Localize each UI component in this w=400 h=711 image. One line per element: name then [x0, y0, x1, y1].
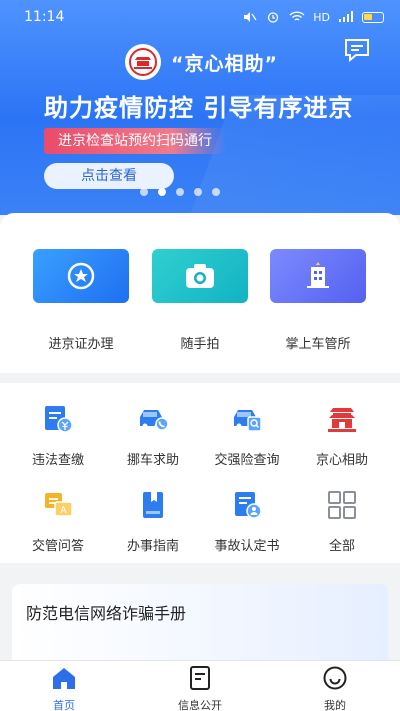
banner-view-button[interactable]: 点击查看 — [44, 163, 174, 189]
home-icon — [53, 668, 75, 689]
tab-home[interactable]: 首页 — [19, 665, 109, 711]
brand: “京心相助” — [125, 44, 278, 80]
car-search-icon — [234, 410, 262, 432]
alarm-icon — [268, 12, 279, 23]
carousel-dot[interactable] — [176, 188, 184, 196]
book-icon — [143, 492, 163, 518]
service-label: 挪车求助 — [126, 453, 179, 468]
smile-icon — [323, 666, 347, 690]
bottom-tab-bar: 首页 信息公开 我的 — [0, 660, 400, 711]
tab-info[interactable]: 信息公开 — [155, 665, 245, 711]
banner-title: 助力疫情防控 引导有序进京 — [44, 94, 354, 122]
tab-label: 我的 — [324, 699, 346, 711]
mute-icon — [244, 12, 257, 22]
grid-icon — [328, 491, 356, 519]
qa-icon: A — [45, 493, 73, 517]
carousel-indicator — [140, 188, 220, 196]
building-icon — [307, 262, 329, 288]
signal-icon — [339, 11, 353, 22]
service-label: 事故认定书 — [214, 539, 280, 554]
beijing-gate-icon — [328, 408, 356, 432]
service-jingxin[interactable]: 京心相助 — [292, 403, 392, 468]
service-move-car[interactable]: 挪车求助 — [103, 403, 203, 468]
document-user-icon — [235, 492, 262, 519]
battery-icon — [362, 11, 384, 23]
tab-label: 信息公开 — [178, 699, 222, 711]
service-grid: 违法查缴 挪车求助 交强险查询 京心相助 A 交管问答 办事指南 事故认定书 全… — [0, 383, 400, 563]
camera-icon — [186, 264, 214, 288]
status-icons: HD — [241, 11, 384, 24]
service-label: 办事指南 — [126, 539, 179, 554]
promo-title: 防范电信网络诈骗手册 — [26, 604, 187, 623]
feature-label: 掌上车管所 — [285, 337, 351, 352]
feature-card: 进京证办理 随手拍 掌上车管所 — [0, 213, 400, 373]
hero-banner: 11:14 HD “京心相助” 助力疫情防控 引导有序进京 进京检查站预约扫码通… — [0, 0, 400, 215]
carousel-dot[interactable] — [194, 188, 202, 196]
police-emblem-icon — [125, 44, 161, 80]
news-icon — [190, 666, 210, 690]
carousel-dot[interactable] — [158, 188, 166, 196]
feature-permit[interactable]: 进京证办理 — [33, 249, 129, 352]
wifi-icon — [289, 11, 305, 21]
service-accident[interactable]: 事故认定书 — [197, 489, 297, 554]
app-title: “京心相助” — [171, 52, 278, 75]
service-label: 交强险查询 — [214, 453, 280, 468]
status-time: 11:14 — [24, 9, 65, 25]
service-insurance[interactable]: 交强险查询 — [197, 403, 297, 468]
service-label: 违法查缴 — [31, 453, 84, 468]
service-label: 全部 — [328, 539, 355, 554]
carousel-dot[interactable] — [212, 188, 220, 196]
banner-subtitle: 进京检查站预约扫码通行 — [44, 128, 226, 154]
feature-label: 进京证办理 — [48, 337, 114, 352]
car-phone-icon — [140, 410, 169, 431]
badge-star-icon — [67, 262, 95, 290]
tab-mine[interactable]: 我的 — [290, 665, 380, 711]
status-bar: 11:14 HD — [0, 0, 400, 34]
tab-label: 首页 — [53, 699, 75, 711]
service-all[interactable]: 全部 — [292, 489, 392, 554]
service-guide[interactable]: 办事指南 — [103, 489, 203, 554]
service-label: 京心相助 — [315, 453, 368, 468]
ticket-yen-icon — [45, 406, 73, 433]
feature-label: 随手拍 — [180, 337, 220, 352]
service-qa[interactable]: A 交管问答 — [8, 489, 108, 554]
service-label: 交管问答 — [31, 539, 84, 554]
svg-text:A: A — [60, 506, 67, 516]
feature-photo[interactable]: 随手拍 — [152, 249, 248, 352]
message-icon[interactable] — [344, 38, 370, 62]
service-violation[interactable]: 违法查缴 — [8, 403, 108, 468]
network-label: HD — [313, 10, 330, 24]
carousel-dot[interactable] — [140, 188, 148, 196]
feature-dmv[interactable]: 掌上车管所 — [270, 249, 366, 352]
